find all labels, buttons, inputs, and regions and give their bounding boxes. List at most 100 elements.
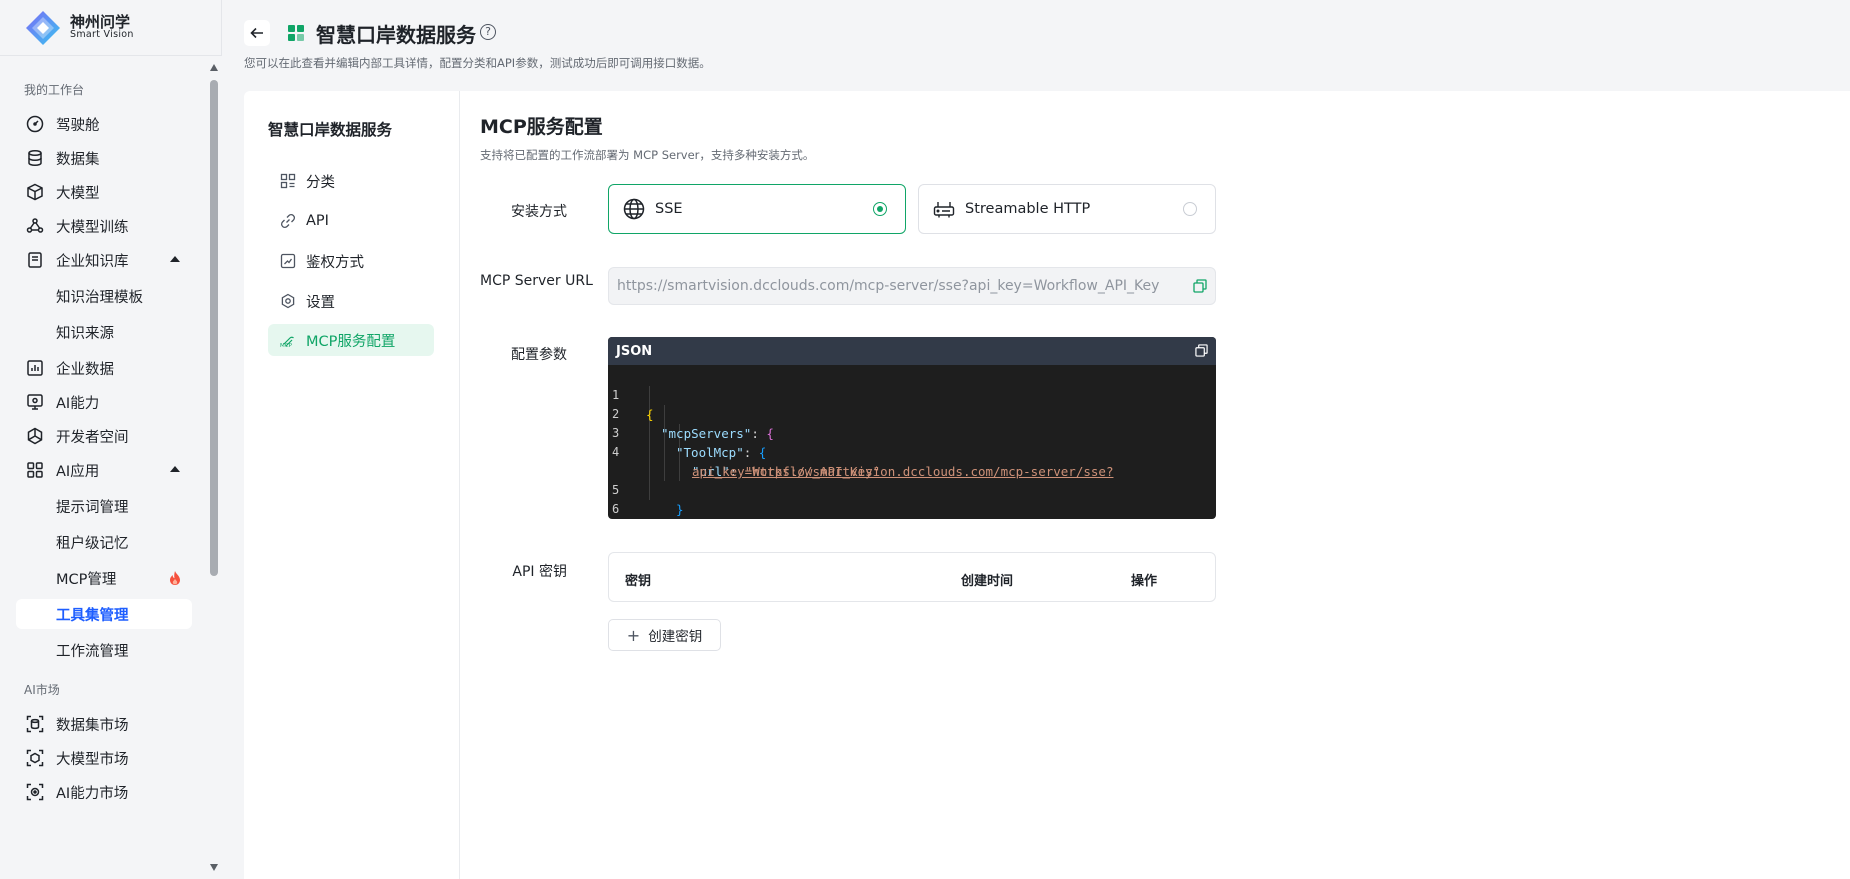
create-key-label: 创建密钥 bbox=[648, 629, 703, 645]
brand-logo[interactable]: 神州问学 Smart Vision bbox=[0, 0, 221, 56]
sidebar-item-ai-app[interactable]: AI应用 bbox=[16, 453, 192, 487]
code-line: 2 "mcpServers": { bbox=[608, 386, 1216, 441]
sidebar-item-label: 提示词管理 bbox=[56, 499, 129, 516]
sidebar-item-model[interactable]: 大模型 bbox=[16, 175, 192, 209]
model-market-icon bbox=[26, 749, 44, 767]
sidebar-item-label: AI能力 bbox=[56, 395, 100, 412]
option-streamable-http[interactable]: Streamable HTTP bbox=[918, 184, 1216, 234]
ai-market-icon bbox=[26, 783, 44, 801]
code-line: 1 { bbox=[608, 367, 1216, 422]
link-icon bbox=[280, 213, 296, 229]
sidebar-item-label: 开发者空间 bbox=[56, 429, 129, 446]
sidebar-item-ai-ability[interactable]: AI能力 bbox=[16, 385, 192, 419]
app-icon bbox=[288, 25, 304, 41]
tab-label: 鉴权方式 bbox=[306, 254, 364, 271]
server-url-label: MCP Server URL bbox=[480, 273, 593, 289]
auth-icon bbox=[280, 253, 296, 269]
code-line: 4 "url": "https://smartvision.dcclouds.c… bbox=[608, 424, 1216, 479]
api-key-label: API 密钥 bbox=[512, 564, 567, 580]
tab-settings[interactable]: 设置 bbox=[268, 285, 434, 317]
sidebar-item-label: AI应用 bbox=[56, 463, 100, 480]
grid-icon bbox=[26, 461, 44, 479]
scroll-up-icon[interactable] bbox=[210, 64, 218, 71]
config-params-label: 配置参数 bbox=[511, 347, 567, 363]
router-icon bbox=[933, 198, 955, 220]
chart-icon bbox=[26, 359, 44, 377]
scroll-thumb[interactable] bbox=[210, 80, 218, 576]
sidebar-nav: 我的工作台 驾驶舱 数据集 大模型 大模型训练 企业知识库 知识治理模板 知识来… bbox=[0, 56, 206, 879]
page-title: 智慧口岸数据服务 bbox=[316, 23, 476, 47]
sidebar-item-label: 知识治理模板 bbox=[56, 289, 143, 306]
sidebar-item-label: 大模型训练 bbox=[56, 219, 129, 236]
sidebar-item-prompt[interactable]: 提示词管理 bbox=[16, 491, 192, 521]
column-header-key: 密钥 bbox=[625, 574, 652, 589]
code-line: 3 "ToolMcp": { bbox=[608, 405, 1216, 460]
create-key-button[interactable]: + 创建密钥 bbox=[608, 619, 721, 651]
sidebar-item-knowledge-template[interactable]: 知识治理模板 bbox=[16, 281, 192, 311]
arrow-left-icon bbox=[250, 27, 263, 39]
chevron-up-icon[interactable] bbox=[170, 256, 180, 262]
sidebar-item-cockpit[interactable]: 驾驶舱 bbox=[16, 107, 192, 141]
sidebar-item-label: 数据集 bbox=[56, 151, 100, 168]
tab-label: API bbox=[306, 213, 329, 229]
scroll-down-icon[interactable] bbox=[210, 864, 218, 871]
code-body: 1 { 2 "mcpServers": { 3 "ToolMcp": { 4 "… bbox=[608, 365, 1216, 519]
tab-auth[interactable]: 鉴权方式 bbox=[268, 245, 434, 277]
sidebar-item-label: 驾驶舱 bbox=[56, 117, 100, 134]
logo-icon bbox=[24, 9, 62, 47]
radio-selected[interactable] bbox=[873, 202, 887, 216]
sidebar-item-knowledge-source[interactable]: 知识来源 bbox=[16, 317, 192, 347]
sidebar-item-tenant-memory[interactable]: 租户级记忆 bbox=[16, 527, 192, 557]
brand-name: 神州问学 bbox=[70, 12, 131, 31]
sidebar-item-mcp[interactable]: MCP管理 bbox=[16, 563, 192, 593]
sidebar-item-label: MCP管理 bbox=[56, 571, 117, 588]
section-workspace: 我的工作台 bbox=[24, 83, 85, 97]
svg-text:MCP: MCP bbox=[280, 343, 293, 348]
monitor-icon bbox=[26, 393, 44, 411]
section-market: AI市场 bbox=[24, 683, 60, 697]
sidebar-item-workflow[interactable]: 工作流管理 bbox=[16, 635, 192, 665]
install-method-label: 安装方式 bbox=[511, 204, 567, 220]
sidebar-item-label: 知识来源 bbox=[56, 325, 114, 342]
plus-icon: + bbox=[626, 625, 641, 645]
sidebar-item-toolset[interactable]: 工具集管理 bbox=[16, 599, 192, 629]
radio-unselected[interactable] bbox=[1183, 202, 1197, 216]
section-description: 支持将已配置的工作流部署为 MCP Server，支持多种安装方式。 bbox=[480, 148, 815, 162]
sidebar-item-enterprise-data[interactable]: 企业数据 bbox=[16, 351, 192, 385]
sidebar-item-ai-market[interactable]: AI能力市场 bbox=[16, 775, 192, 809]
sidebar-item-model-market[interactable]: 大模型市场 bbox=[16, 741, 192, 775]
code-line: api_key=Workflow_API_Key" bbox=[608, 443, 1216, 479]
main-card: 智慧口岸数据服务 分类 API 鉴权方式 设置 MCP MCP服务配置 MCP服… bbox=[244, 91, 1850, 879]
tab-api[interactable]: API bbox=[268, 205, 434, 237]
help-icon[interactable]: ? bbox=[480, 24, 496, 40]
sidebar-scrollbar[interactable] bbox=[206, 56, 222, 879]
chevron-up-icon[interactable] bbox=[170, 466, 180, 472]
sidebar-item-label: 工具集管理 bbox=[56, 607, 129, 624]
copy-icon[interactable] bbox=[1193, 279, 1207, 297]
sidebar-item-label: AI能力市场 bbox=[56, 785, 129, 802]
sidebar-item-dataset[interactable]: 数据集 bbox=[16, 141, 192, 175]
gauge-icon bbox=[26, 115, 44, 133]
sidebar-item-knowledge[interactable]: 企业知识库 bbox=[16, 243, 192, 277]
json-code-block[interactable]: JSON 1 { 2 "mcpServers": { 3 "ToolMcp": … bbox=[608, 337, 1216, 519]
server-url-field[interactable]: https://smartvision.dcclouds.com/mcp-ser… bbox=[608, 267, 1216, 305]
hexagon-icon bbox=[26, 427, 44, 445]
tab-category[interactable]: 分类 bbox=[268, 165, 434, 197]
copy-code-icon[interactable] bbox=[1195, 344, 1208, 361]
code-header: JSON bbox=[608, 337, 1216, 365]
code-line: 7 } bbox=[608, 500, 1216, 519]
page-description: 您可以在此查看并编辑内部工具详情，配置分类和API参数，测试成功后即可调用接口数… bbox=[244, 56, 711, 70]
sidebar-item-dev-space[interactable]: 开发者空间 bbox=[16, 419, 192, 453]
back-button[interactable] bbox=[244, 20, 270, 46]
sidebar-item-label: 大模型市场 bbox=[56, 751, 129, 768]
sidebar-item-model-training[interactable]: 大模型训练 bbox=[16, 209, 192, 243]
tab-mcp-config[interactable]: MCP MCP服务配置 bbox=[268, 324, 434, 356]
column-header-created: 创建时间 bbox=[961, 574, 1014, 589]
training-icon bbox=[26, 217, 44, 235]
code-language: JSON bbox=[616, 343, 653, 359]
sidebar-item-dataset-market[interactable]: 数据集市场 bbox=[16, 707, 192, 741]
code-line: 6 } bbox=[608, 481, 1216, 516]
sidebar-item-label: 大模型 bbox=[56, 185, 100, 202]
option-sse[interactable]: SSE bbox=[608, 184, 906, 234]
detail-nav: 智慧口岸数据服务 分类 API 鉴权方式 设置 MCP MCP服务配置 bbox=[244, 91, 460, 879]
